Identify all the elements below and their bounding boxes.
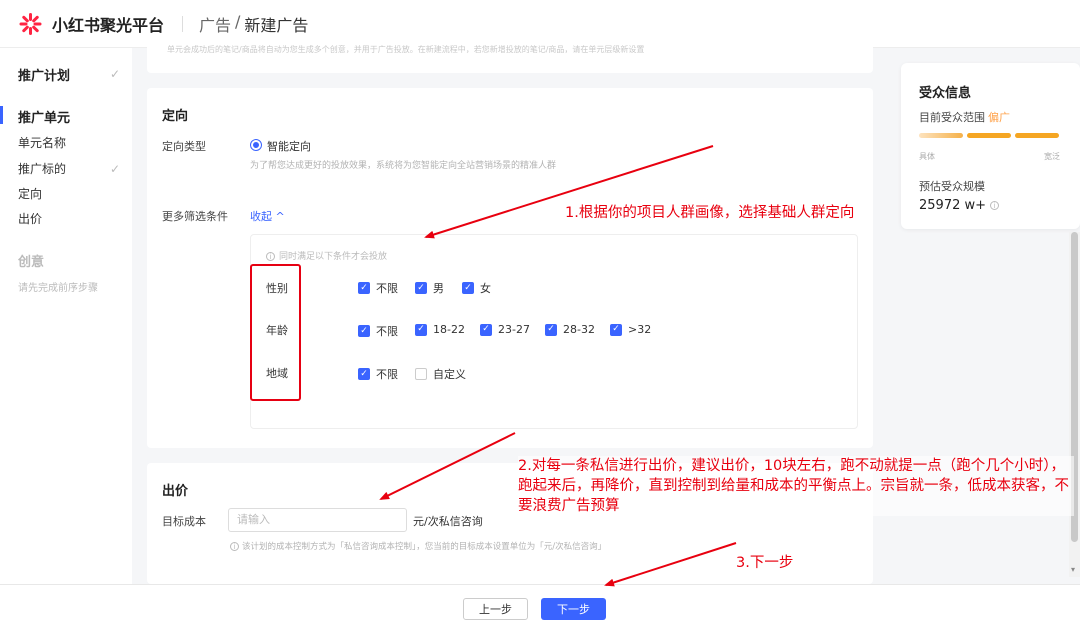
logo-icon [18,12,42,36]
sidebar-item-bid[interactable]: 出价 [18,210,42,227]
checkbox-checked-icon: ✓ [545,323,557,336]
audience-range: 目前受众范围 偏广 [919,111,1010,124]
checkbox-checked-icon: ✓ [358,368,370,380]
checkbox-empty-icon [415,368,427,380]
sidebar-item-unit[interactable]: 推广单元 [18,107,70,126]
age-option-28-32[interactable]: ✓ 28-32 [545,323,595,336]
info-icon[interactable]: i [990,201,1000,210]
region-option-any[interactable]: ✓ 不限 [358,366,398,382]
app-name: 小红书聚光平台 [52,15,165,35]
check-icon: ✓ [110,67,121,81]
scale-specific: 具体 [919,152,935,161]
sidebar-item-target[interactable]: 推广标的 [18,160,66,177]
smart-targeting-label[interactable]: 智能定向 [267,138,311,154]
sidebar-creative-hint: 请先完成前序步骤 [18,283,98,294]
sidebar-item-plan[interactable]: 推广计划 [18,65,70,84]
breadcrumb-ads[interactable]: 广告 [199,12,231,36]
cost-unit: 元/次私信咨询 [413,515,483,528]
annotation-step-1: 1.根据你的项目人群画像，选择基础人群定向 [565,205,855,221]
info-icon: i [230,542,239,551]
info-icon: i [266,252,275,261]
age-option-18-22[interactable]: ✓ 18-22 [415,323,465,336]
annotation-step-3: 3.下一步 [736,555,794,571]
target-cost-label: 目标成本 [162,515,206,528]
age-option-any[interactable]: ✓ 不限 [358,323,398,339]
gender-option-any[interactable]: ✓ 不限 [358,280,398,296]
audience-est-value: 25972 w+ i [919,198,1000,213]
prev-step-button[interactable]: 上一步 [463,598,528,620]
highlight-box [250,264,301,401]
checkbox-checked-icon: ✓ [462,282,474,294]
header-divider [182,15,184,32]
step-sidebar: 推广计划 ✓ 推广单元 单元名称 推广标的 ✓ 定向 出价 创意 请先完成前序步… [0,48,132,584]
breadcrumb-separator: / [235,11,241,31]
sidebar-item-targeting[interactable]: 定向 [18,185,42,202]
scrollbar[interactable]: ▾ [1069,232,1080,577]
age-option-32-plus[interactable]: ✓ >32 [610,323,651,336]
check-icon: ✓ [110,162,121,176]
sidebar-item-unit-name[interactable]: 单元名称 [18,134,66,151]
audience-est-label: 预估受众规模 [919,180,985,193]
footer-bar: 上一步 下一步 [0,584,1080,632]
more-filters-label: 更多筛选条件 [162,210,228,223]
unit-creative-panel: 单元会成功后的笔记/商品将自动为您生成多个创意，并用于广告投放。在新建流程中，若… [147,40,873,73]
audience-range-value: 偏广 [988,111,1010,124]
checkbox-checked-icon: ✓ [358,325,370,337]
sidebar-item-creative: 创意 [18,255,45,270]
checkbox-checked-icon: ✓ [415,323,427,336]
section-title-targeting: 定向 [162,109,189,124]
checkbox-checked-icon: ✓ [358,282,370,294]
audience-range-bar [919,133,1059,138]
audience-title: 受众信息 [919,86,972,101]
gender-option-female[interactable]: ✓ 女 [462,280,491,296]
filter-box: i 同时满足以下条件才会投放 性别 ✓ 不限 ✓ 男 ✓ 女 年龄 ✓ 不限 ✓ 18-22… [250,234,858,429]
gender-option-male[interactable]: ✓ 男 [415,280,444,296]
scroll-down-icon[interactable]: ▾ [1071,565,1075,574]
filter-box-hint: i 同时满足以下条件才会投放 [266,249,387,262]
smart-targeting-radio[interactable] [250,139,262,151]
next-step-button[interactable]: 下一步 [541,598,606,620]
collapse-link[interactable]: 收起 ^ [250,208,285,224]
checkbox-checked-icon: ✓ [415,282,427,294]
audience-card: 受众信息 目前受众范围 偏广 具体 宽泛 预估受众规模 25972 w+ i [901,63,1080,229]
targeting-type-label: 定向类型 [162,140,206,153]
targeting-type-hint: 为了帮您达成更好的投放效果，系统将为您智能定向全站营销场景的精准人群 [250,161,557,171]
section-title-bid: 出价 [162,484,189,499]
active-indicator [0,106,3,124]
bid-hint: i 该计划的成本控制方式为「私信咨询成本控制」，您当前的目标成本设置单位为「元/次… [230,540,606,552]
annotation-step-2: 2.对每一条私信进行出价，建议出价，10块左右，跑不动就提一点（跑个几个小时），… [518,456,1074,516]
age-option-23-27[interactable]: ✓ 23-27 [480,323,530,336]
target-cost-input[interactable]: 请输入 [228,508,407,532]
logo[interactable]: 小红书聚光平台 [18,12,164,36]
breadcrumb-new-ad: 新建广告 [244,15,309,35]
checkbox-checked-icon: ✓ [480,323,492,336]
scale-broad: 宽泛 [1044,152,1060,161]
region-option-custom[interactable]: 自定义 [415,366,466,382]
checkbox-checked-icon: ✓ [610,323,622,336]
panel-hint: 单元会成功后的笔记/商品将自动为您生成多个创意，并用于广告投放。在新建流程中，若… [167,45,645,54]
breadcrumb: 广告 / 新建广告 [199,12,308,36]
